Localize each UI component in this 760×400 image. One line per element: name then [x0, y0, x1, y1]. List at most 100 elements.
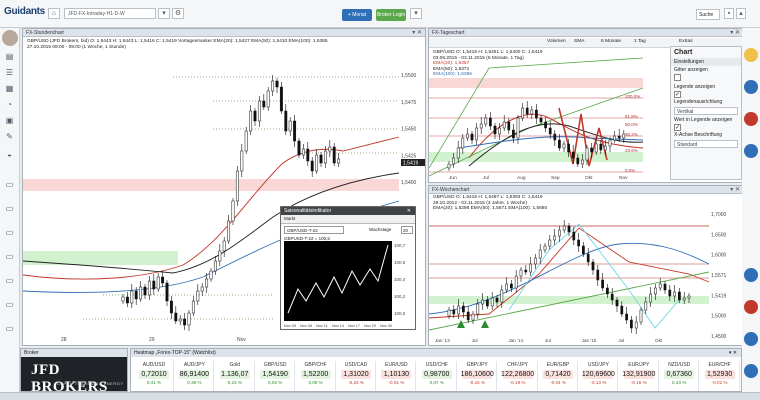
watchlist-tile[interactable]: AUD/JPY 86,91400 0,38 %: [175, 361, 215, 391]
watchlist-tile[interactable]: EUR/JPY 132,91900 -0,15 %: [620, 361, 659, 391]
candle-body: [293, 120, 297, 142]
price-tick: 1,5425: [401, 153, 417, 159]
ad-badge[interactable]: [744, 268, 758, 282]
broker-login-button[interactable]: Broker Login: [376, 9, 406, 21]
ema-line: [429, 227, 710, 319]
chevron-down-icon[interactable]: ▾: [158, 8, 170, 19]
watchlist-tile[interactable]: USD/CHF 0,98700 0,07 %: [418, 361, 457, 391]
watchlist-tile[interactable]: USD/CAD 1,31020 -0,23 %: [337, 361, 376, 391]
legend-orientation-select[interactable]: Vertikal: [674, 107, 738, 115]
watchlist-tile[interactable]: EUR/GBP 0,71420 -0,04 %: [539, 361, 578, 391]
value-in-legend-checkbox[interactable]: ✓: [674, 124, 681, 131]
symbol-select[interactable]: GBP/USD-T-22: [284, 226, 344, 234]
ad-badge[interactable]: [744, 332, 758, 346]
watchlist-tile[interactable]: NZD/USD 0,67360 0,43 %: [660, 361, 700, 391]
list-icon[interactable]: ☰: [3, 68, 16, 78]
tile-symbol: EUR/CHF: [708, 362, 731, 368]
candle-body: [323, 150, 327, 164]
tile-price: 132,91900: [622, 371, 656, 378]
ad-badge[interactable]: [744, 300, 758, 314]
bell-icon[interactable]: ◔: [3, 100, 16, 110]
watchlist-tile[interactable]: GBP/CHF 1,52200 0,08 %: [297, 361, 336, 391]
watchlist-tile[interactable]: EUR/CHF 1,52930 -0,01 %: [701, 361, 740, 391]
legend-checkbox[interactable]: ✓: [674, 91, 681, 98]
add-month-button[interactable]: + Monat: [342, 9, 372, 21]
settings-section[interactable]: Einstellungen: [671, 58, 741, 66]
briefcase-icon[interactable]: ▣: [3, 116, 16, 126]
candle-body: [169, 300, 173, 314]
ad-badge[interactable]: [744, 144, 758, 158]
candle-body: [191, 300, 195, 314]
watchlist-tile[interactable]: USD/JPY 120,69600 -0,13 %: [579, 361, 619, 391]
grid-checkbox[interactable]: [674, 74, 681, 81]
toolbar-interval-select[interactable]: 1 Tag: [634, 39, 646, 44]
monitor-icon[interactable]: ▭: [3, 252, 16, 262]
support-zone: [429, 296, 709, 304]
fib-label: 23,6%: [625, 148, 638, 153]
app-logo[interactable]: Guidants: [4, 6, 45, 17]
price-axis: 100,7 100,6 100,4 100,2 100,0: [394, 243, 406, 316]
bell-icon[interactable]: ▴: [736, 8, 746, 19]
tile-change: -0,15 %: [630, 380, 647, 385]
chart-icon[interactable]: ▤: [3, 52, 16, 62]
filter-icon[interactable]: ▾: [410, 8, 422, 19]
watchlist-tile[interactable]: AUD/USD 0,72010 0,41 %: [135, 361, 174, 391]
price-tick: 100,7: [394, 243, 406, 248]
weekly-chart-canvas[interactable]: 1,7000 1,6500 1,6000 1,5571 1,5419 1,5000 1,45…: [429, 210, 743, 345]
search-input[interactable]: Suche: [696, 9, 720, 20]
price-tick: 100,2: [394, 294, 406, 299]
close-icon[interactable]: ✕: [407, 208, 411, 214]
candle-body: [538, 249, 542, 259]
avatar[interactable]: [2, 30, 18, 46]
panel-window-controls[interactable]: ▾ ✕: [412, 29, 422, 36]
watchlist-tile[interactable]: GBP/JPY 186,10600 -0,15 %: [458, 361, 498, 391]
candle-body: [205, 278, 209, 288]
ad-badge[interactable]: [744, 364, 758, 378]
workspace-select[interactable]: JFD-FX-Intraday-H1-D-W: [64, 8, 156, 19]
candle-body: [596, 269, 600, 281]
panel-window-controls[interactable]: ▾ ✕: [730, 186, 740, 193]
toolbar-extras[interactable]: Extras: [679, 39, 693, 44]
watchlist-tile[interactable]: Gold 1.136,07 0,23 %: [216, 361, 255, 391]
calendar-icon[interactable]: ▦: [3, 84, 16, 94]
home-icon[interactable]: ⌂: [48, 8, 60, 19]
watchlist-tile[interactable]: GBP/USD 1,54190 0,03 %: [256, 361, 296, 391]
tile-price: 0,67360: [666, 371, 692, 378]
seasonality-chart[interactable]: 100,7100,6100,4100,2100,0 Nov 05 Nov 08 No…: [284, 241, 414, 329]
tile-price: 1,31020: [343, 371, 369, 378]
toolbar-volume[interactable]: Volumen: [547, 39, 566, 44]
candle-body: [534, 257, 537, 265]
candle-body: [481, 299, 484, 305]
candle-body: [562, 143, 566, 149]
jfd-logo[interactable]: JFD BROKERS DEPTH TRADE AND ENERGY: [21, 357, 127, 395]
monitor-icon[interactable]: ▭: [3, 204, 16, 214]
monitor-icon[interactable]: ▭: [3, 324, 16, 334]
candle-body: [257, 100, 261, 122]
close-icon[interactable]: ▾ ✕: [729, 350, 737, 356]
monitor-icon[interactable]: ▭: [3, 300, 16, 310]
period-input[interactable]: 20: [401, 226, 413, 234]
toolbar-sma[interactable]: SMA: [574, 39, 584, 44]
monitor-icon[interactable]: ▭: [3, 228, 16, 238]
watchlist-tile[interactable]: CHF/JPY 122,26800 -0,19 %: [499, 361, 538, 391]
panel-title: FX-Stundenchart: [26, 30, 64, 36]
panel-header: FX-Wochenchart ▾ ✕: [429, 186, 743, 194]
ad-badge[interactable]: [744, 112, 758, 126]
gear-icon[interactable]: ⚙: [172, 8, 184, 19]
flag-icon[interactable]: ▪: [724, 8, 734, 19]
panel-window-controls[interactable]: ▾ ✕: [730, 29, 740, 36]
candle-body: [687, 295, 691, 299]
candle-body: [165, 282, 169, 302]
monitor-icon[interactable]: ▭: [3, 180, 16, 190]
candle-body: [319, 154, 323, 164]
ad-badge[interactable]: [744, 80, 758, 94]
tools-icon[interactable]: ✎: [3, 132, 16, 142]
gauge-icon[interactable]: ◒: [3, 150, 16, 160]
watchlist-tile[interactable]: EUR/USD 1,10130 -0,01 %: [377, 361, 417, 391]
monitor-icon[interactable]: ▭: [3, 276, 16, 286]
tile-change: -0,15 %: [469, 380, 486, 385]
toolbar-range-select[interactable]: 6 Monate: [601, 39, 621, 44]
x-axis-select[interactable]: Standard: [674, 140, 738, 148]
right-ad-strip: [742, 28, 760, 392]
ad-badge[interactable]: [744, 48, 758, 62]
